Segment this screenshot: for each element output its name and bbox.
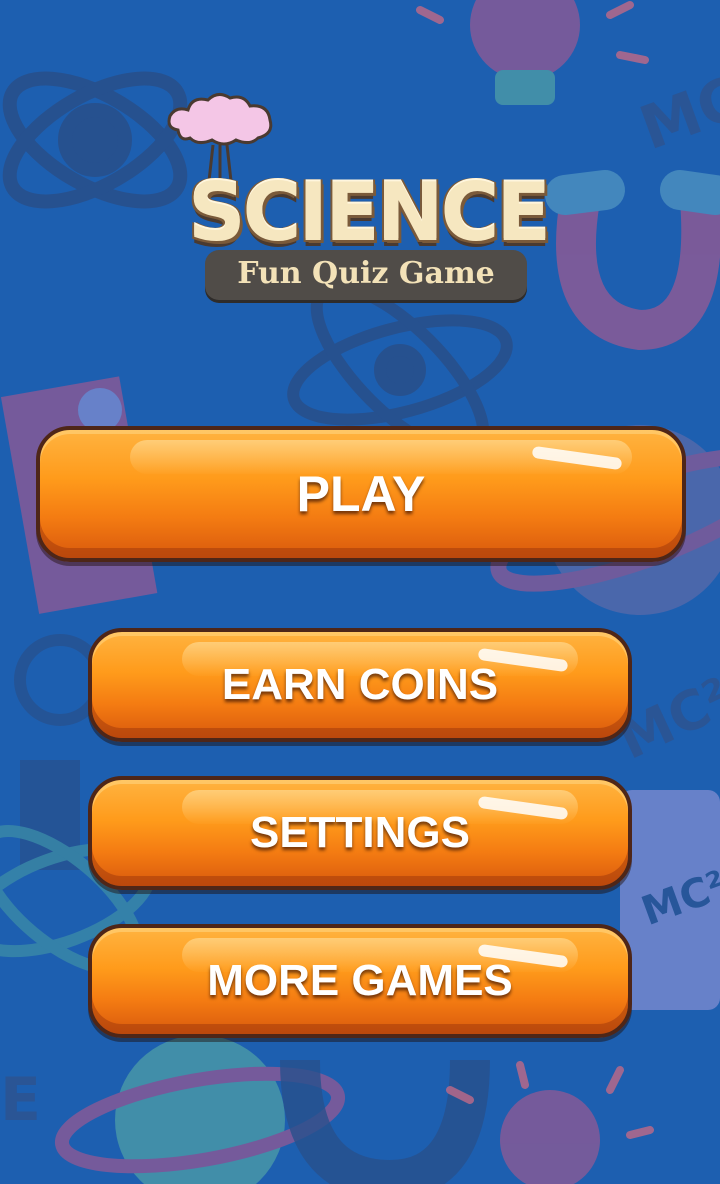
button-shine bbox=[477, 795, 569, 821]
letter-decoration: E bbox=[0, 1065, 41, 1135]
button-shine bbox=[531, 445, 623, 471]
settings-button-label: SETTINGS bbox=[249, 808, 471, 857]
logo-title: SCIENCE bbox=[187, 166, 551, 259]
play-button-label: PLAY bbox=[296, 466, 426, 522]
more-games-button[interactable]: MORE GAMES bbox=[88, 924, 632, 1038]
earn-coins-button[interactable]: EARN COINS bbox=[88, 628, 632, 742]
play-button[interactable]: PLAY bbox=[36, 426, 686, 562]
settings-button[interactable]: SETTINGS bbox=[88, 776, 632, 890]
logo-subtitle: Fun Quiz Game bbox=[205, 250, 527, 300]
more-games-button-label: MORE GAMES bbox=[207, 956, 513, 1005]
screen-icon: MC² bbox=[620, 790, 720, 1010]
earn-coins-button-label: EARN COINS bbox=[221, 660, 499, 709]
game-logo: SCIENCE Fun Quiz Game bbox=[150, 90, 580, 310]
